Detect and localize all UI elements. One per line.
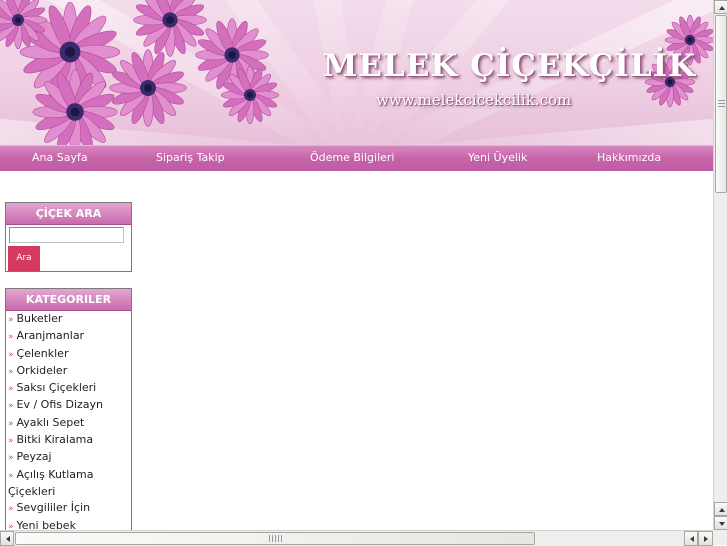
category-item[interactable]: » Bitki Kiralama	[6, 432, 131, 449]
category-label: Sevgililer İçin	[16, 501, 91, 515]
categories-box-title: KATEGORILER	[6, 289, 131, 311]
search-box-body: Ara	[6, 225, 131, 271]
category-label: Yeni bebek	[16, 518, 76, 530]
category-bullet: »	[8, 504, 14, 515]
nav-item-payment-info[interactable]: Ödeme Bilgileri	[310, 146, 395, 171]
arrow-left-icon[interactable]	[0, 531, 14, 546]
category-bullet: »	[8, 436, 14, 447]
category-item[interactable]: » Çelenkler	[6, 346, 131, 363]
category-label: Buketler	[16, 312, 63, 325]
nav-item-order-tracking[interactable]: Sipariş Takip	[156, 146, 225, 171]
search-input[interactable]	[9, 227, 124, 243]
category-bullet: »	[8, 521, 14, 530]
category-bullet: »	[8, 315, 14, 325]
horizontal-scroll-thumb[interactable]	[15, 532, 535, 545]
category-bullet: »	[8, 401, 14, 412]
category-item[interactable]: » Sevgililer İçin	[6, 500, 131, 517]
arrow-up-icon[interactable]	[714, 502, 727, 516]
horizontal-scrollbar[interactable]	[0, 530, 713, 546]
category-label: Ev / Ofis Dizayn	[16, 398, 104, 412]
category-item[interactable]: » Yeni bebek	[6, 518, 131, 530]
scrollbar-corner	[713, 530, 727, 545]
category-bullet: »	[8, 332, 14, 343]
category-item[interactable]: » Ayaklı Sepet	[6, 415, 131, 432]
daisy-flower-icon	[109, 49, 187, 127]
category-bullet: »	[8, 384, 14, 395]
search-button[interactable]: Ara	[8, 246, 40, 271]
arrow-left-icon[interactable]	[684, 531, 698, 546]
category-item[interactable]: » Saksı Çiçekleri	[6, 380, 131, 397]
category-item[interactable]: » Ev / Ofis Dizayn	[6, 397, 131, 414]
page-viewport: MELEK ÇİÇEKÇİLİK www.melekcicekcilik.com…	[0, 0, 713, 530]
daisy-flower-icon	[0, 0, 48, 50]
vertical-scrollbar[interactable]	[713, 0, 727, 530]
header-banner: MELEK ÇİÇEKÇİLİK www.melekcicekcilik.com	[0, 0, 713, 145]
site-logo-title: MELEK ÇİÇEKÇİLİK	[323, 48, 697, 84]
category-label: Aranjmanlar	[16, 329, 85, 343]
nav-item-about[interactable]: Hakkımızda	[597, 146, 661, 171]
site-logo-url: www.melekcicekcilik.com	[376, 91, 572, 109]
category-label: Bitki Kiralama	[16, 433, 94, 447]
category-label: Çelenkler	[16, 346, 69, 360]
categories-box: KATEGORILER » Buketler» Aranjmanlar» Çelenk…	[5, 288, 132, 530]
vertical-scroll-thumb[interactable]	[715, 15, 727, 193]
category-bullet: »	[8, 453, 14, 464]
grip-icon	[268, 535, 284, 545]
category-bullet: »	[8, 418, 14, 429]
search-box-title: ÇİÇEK ARA	[6, 203, 131, 225]
search-box: ÇİÇEK ARA Ara	[5, 202, 132, 272]
arrow-right-icon[interactable]	[698, 531, 713, 546]
category-label: Ayaklı Sepet	[16, 415, 85, 429]
daisy-flower-icon	[220, 65, 280, 125]
category-bullet: »	[8, 349, 14, 360]
category-label: Orkideler	[16, 363, 68, 377]
category-item[interactable]: » Orkideler	[6, 363, 131, 380]
arrow-down-icon[interactable]	[714, 516, 727, 530]
category-list: » Buketler» Aranjmanlar» Çelenkler» Orkidele…	[6, 311, 131, 530]
category-bullet: »	[8, 470, 14, 481]
category-bullet: »	[8, 366, 14, 377]
nav-item-home[interactable]: Ana Sayfa	[32, 146, 88, 171]
category-label: Saksı Çiçekleri	[16, 381, 97, 395]
category-label: Peyzaj	[16, 450, 52, 464]
category-label: Açılış Kutlama Çiçekleri	[8, 467, 94, 498]
nav-item-new-membership[interactable]: Yeni Üyelik	[468, 146, 527, 171]
daisy-flower-icon	[32, 69, 118, 145]
category-item[interactable]: » Aranjmanlar	[6, 328, 131, 345]
grip-icon	[718, 100, 726, 110]
category-item[interactable]: » Buketler	[6, 311, 131, 328]
category-item[interactable]: » Açılış Kutlama Çiçekleri	[6, 467, 131, 501]
arrow-up-icon[interactable]	[714, 0, 727, 14]
category-item[interactable]: » Peyzaj	[6, 449, 131, 466]
main-nav: Ana Sayfa Sipariş Takip Ödeme Bilgileri …	[0, 145, 713, 171]
